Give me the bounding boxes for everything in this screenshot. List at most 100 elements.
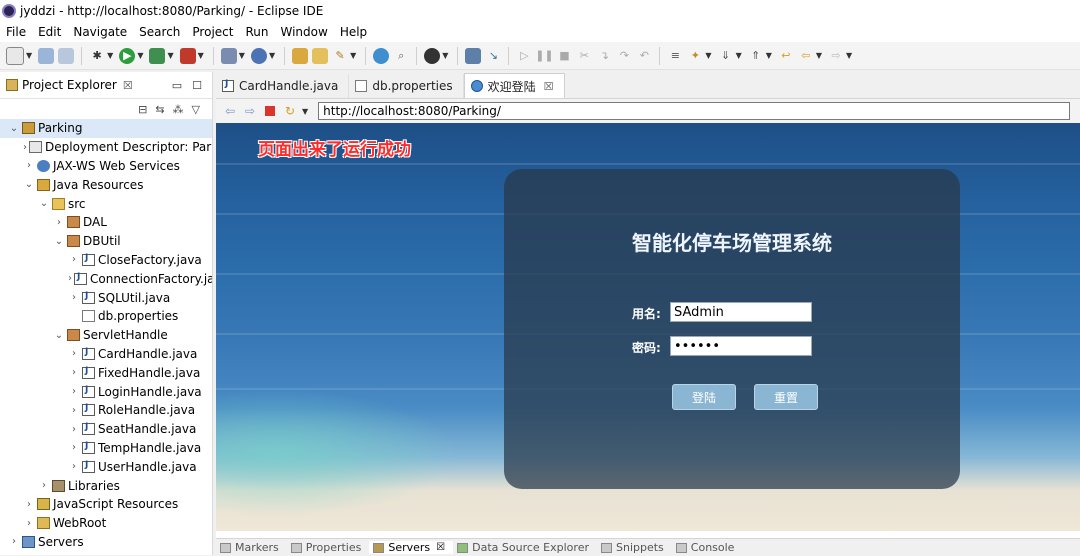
tree-item[interactable]: › DAL [0,213,212,232]
close-icon[interactable]: ☒ [123,79,133,92]
stop-icon[interactable] [265,106,275,116]
tree-item[interactable]: › RoleHandle.java [0,401,212,420]
chevron-right-icon[interactable]: › [68,424,80,435]
new-server-icon[interactable] [220,47,237,64]
chevron-right-icon[interactable]: › [23,518,35,529]
collapse-all-icon[interactable]: ⊟ [138,103,147,116]
tree-item[interactable]: › JavaScript Resources [0,495,212,514]
username-input[interactable] [670,302,812,322]
tree-item[interactable]: db.properties [0,307,212,326]
tab-properties[interactable]: Properties [287,541,370,554]
chevron-down-icon[interactable]: ▼ [137,51,143,60]
tab-db-properties[interactable]: db.properties [349,74,464,98]
chevron-down-icon[interactable]: ▼ [350,51,356,60]
chevron-right-icon[interactable]: › [68,254,80,265]
chevron-down-icon[interactable]: ⌄ [53,330,65,341]
last-edit-icon[interactable]: ↩ [778,48,794,64]
chevron-down-icon[interactable]: ▼ [107,51,113,60]
url-input[interactable] [318,102,1071,120]
view-menu-icon[interactable]: ▽ [192,103,200,116]
chevron-down-icon[interactable]: ▼ [705,51,711,60]
menu-edit[interactable]: Edit [32,25,67,39]
reset-button[interactable]: 重置 [754,384,818,410]
chevron-right-icon[interactable]: › [68,348,80,359]
tree-item[interactable]: › SQLUtil.java [0,288,212,307]
tree-item[interactable]: › TempHandle.java [0,439,212,458]
chevron-down-icon[interactable]: ▼ [269,51,275,60]
chevron-down-icon[interactable]: ▼ [26,51,32,60]
menu-project[interactable]: Project [186,25,239,39]
chevron-down-icon[interactable]: ▼ [816,51,822,60]
tree-item[interactable]: › WebRoot [0,514,212,533]
debug-icon[interactable]: ✱ [89,48,105,64]
tab-snippets[interactable]: Snippets [597,541,672,554]
save-icon[interactable] [38,47,55,64]
tree-item[interactable]: ⌄ Java Resources [0,175,212,194]
refresh-icon[interactable]: ↻ [282,104,298,118]
tree-item[interactable]: › UserHandle.java [0,457,212,476]
tab-markers[interactable]: Markers [216,541,287,554]
tree-item[interactable]: ⌄ ServletHandle [0,326,212,345]
chevron-right-icon[interactable]: › [53,217,65,228]
chevron-right-icon[interactable]: › [68,386,80,397]
chevron-down-icon[interactable]: ⌄ [53,236,65,247]
tree-item[interactable]: › ConnectionFactory.ja [0,269,212,288]
tab-servers[interactable]: Servers ☒ [369,541,454,554]
tree-item[interactable]: › FixedHandle.java [0,363,212,382]
tree-item[interactable]: ⌄ src [0,194,212,213]
menu-window[interactable]: Window [274,25,333,39]
menu-help[interactable]: Help [334,25,373,39]
tree-item[interactable]: ⌄ Parking [0,119,212,138]
chevron-down-icon[interactable]: ⌄ [38,198,50,209]
menu-run[interactable]: Run [239,25,274,39]
wand-icon[interactable]: ✎ [332,48,348,64]
web-browser-icon[interactable] [250,47,267,64]
tree-item[interactable]: › JAX-WS Web Services [0,157,212,176]
chevron-right-icon[interactable]: › [23,499,35,510]
menu-navigate[interactable]: Navigate [67,25,133,39]
chevron-right-icon[interactable]: › [8,536,20,547]
chevron-right-icon[interactable]: › [68,405,80,416]
team-icon[interactable] [424,47,441,64]
chevron-right-icon[interactable]: › [68,442,80,453]
chevron-down-icon[interactable]: ▼ [167,51,173,60]
coverage-icon[interactable] [149,47,166,64]
tree-item[interactable]: › CloseFactory.java [0,251,212,270]
menu-search[interactable]: Search [133,25,186,39]
tree-item[interactable]: › CardHandle.java [0,345,212,364]
chevron-right-icon[interactable]: › [68,367,80,378]
pin-icon[interactable]: ↘ [485,48,501,64]
tree-item[interactable]: ⌄ DBUtil [0,232,212,251]
minimize-icon[interactable]: ▭ [172,79,182,92]
tree-item[interactable]: › Libraries [0,476,212,495]
login-button[interactable]: 登陆 [672,384,736,410]
filter-icon[interactable]: ⁂ [173,103,184,116]
chevron-right-icon[interactable]: › [23,160,35,171]
back-arrow-icon[interactable]: ⇦ [222,104,238,118]
annotation-icon[interactable]: ✦ [687,48,703,64]
chevron-right-icon[interactable]: › [68,273,72,284]
chevron-down-icon[interactable]: ⌄ [23,179,35,190]
back-icon[interactable]: ⇦ [798,48,814,64]
menu-file[interactable]: File [0,25,32,39]
forward-arrow-icon[interactable]: ⇨ [242,104,258,118]
tab-data-source-explorer[interactable]: Data Source Explorer [453,541,597,554]
chevron-down-icon[interactable]: ▼ [442,51,448,60]
chevron-right-icon[interactable]: › [23,142,27,153]
link-with-editor-icon[interactable]: ⇆ [155,103,164,116]
chevron-down-icon[interactable]: ▼ [302,107,308,116]
tab-welcome-login[interactable]: 欢迎登陆 ☒ [463,73,565,98]
chevron-down-icon[interactable]: ▼ [198,51,204,60]
previous-annotation-icon[interactable]: ⇑ [748,48,764,64]
chevron-down-icon[interactable]: ▼ [766,51,772,60]
forward-icon[interactable]: ⇨ [828,48,844,64]
tree-item[interactable]: › SeatHandle.java [0,420,212,439]
close-icon[interactable]: ☒ [436,542,445,553]
tree-item[interactable]: › Servers [0,533,212,552]
close-icon[interactable]: ☒ [544,80,554,93]
save-all-icon[interactable] [58,47,75,64]
open-type-icon[interactable] [292,47,309,64]
console-icon[interactable] [465,47,482,64]
chevron-right-icon[interactable]: › [38,480,50,491]
globe-icon[interactable] [373,47,390,64]
